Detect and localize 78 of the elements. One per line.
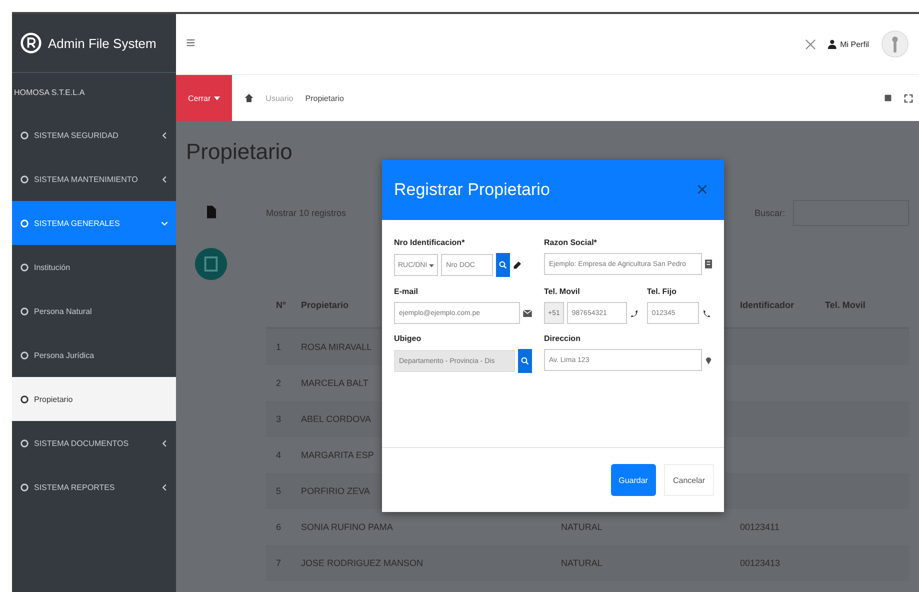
user-icon	[828, 39, 838, 49]
table-cell: PORFIRIO ZEVA	[301, 486, 370, 496]
field-label: Nro Identificacion*	[394, 238, 466, 247]
search-icon	[521, 357, 529, 365]
close-tabs-button[interactable]: Cerrar	[176, 75, 232, 121]
table-cell: JOSE RODRIGUEZ MANSON	[301, 558, 424, 568]
search-button[interactable]	[518, 349, 532, 373]
length-label: Mostrar 10 registros	[266, 208, 346, 218]
search-label: Buscar:	[754, 208, 785, 218]
menu-icon[interactable]: ≡	[186, 35, 196, 53]
fullscreen-icon[interactable]	[904, 94, 913, 102]
sidebar-item[interactable]: SISTEMA MANTENIMIENTO	[12, 157, 176, 201]
table-cell: MARGARITA ESP	[301, 450, 374, 460]
table-cell: 6	[276, 522, 282, 532]
chevron-icon	[161, 176, 168, 182]
chevron-icon	[161, 220, 168, 226]
breadcrumb-item[interactable]: Propietario	[305, 94, 344, 102]
sidebar-subitem[interactable]: Persona Natural	[12, 289, 176, 333]
sidebar-subitem[interactable]: Institución	[12, 245, 176, 289]
table-cell: SONIA RUFINO PAMA	[301, 522, 393, 532]
sidebar-item[interactable]: SISTEMA DOCUMENTOS	[12, 421, 176, 465]
map-marker-icon	[705, 355, 712, 365]
logo-icon	[20, 32, 42, 54]
avatar-icon[interactable]	[881, 30, 909, 58]
brand-name: Admin File System	[48, 36, 156, 50]
sidebar-subitem[interactable]: Persona Jurídica	[12, 333, 176, 377]
table-cell: 2	[276, 378, 282, 388]
sidebar-subitem[interactable]: Propietario	[12, 377, 176, 421]
chevron-icon	[161, 484, 168, 490]
circle-icon	[20, 262, 29, 272]
circle-icon	[20, 394, 29, 404]
circle-icon	[20, 350, 29, 360]
table-cell: 7	[276, 558, 282, 568]
field-label: Tel. Movil	[544, 287, 581, 296]
circle-icon	[20, 174, 29, 184]
table-cell: NATURAL	[561, 558, 602, 568]
field-label: Tel. Fijo	[646, 287, 678, 296]
table-cell: 3	[276, 414, 282, 424]
save-button[interactable]: Guardar	[610, 464, 656, 496]
phone-icon	[630, 308, 639, 318]
table-cell: 00123411	[740, 522, 780, 532]
caret-icon	[214, 95, 220, 101]
search-button[interactable]	[496, 253, 510, 277]
cancel-button[interactable]: Cancelar	[664, 464, 714, 496]
user-name: HOMOSA S.T.E.L.A	[13, 87, 86, 99]
circle-icon	[20, 130, 29, 140]
table-cell: ABEL CORDOVA	[301, 414, 372, 424]
table-cell: NATURAL	[561, 522, 602, 532]
sidebar-item[interactable]: SISTEMA REPORTES	[12, 465, 176, 509]
pencil-icon	[513, 260, 522, 270]
table-cell: ROSA MIRAVALL	[301, 342, 372, 352]
table-cell: 00123413	[740, 558, 780, 568]
field-label: Direccion	[544, 334, 582, 343]
field-label: Ubigeo	[394, 334, 422, 343]
envelope-icon	[523, 310, 532, 316]
circle-icon	[20, 306, 29, 316]
table-cell: 5	[276, 486, 282, 496]
profile-link[interactable]: Mi Perfil	[828, 39, 869, 49]
circle-icon	[20, 218, 29, 228]
dialog-title: Registrar Propietario	[394, 180, 550, 200]
circle-icon	[20, 482, 29, 492]
table-cell: MARCELA BALT	[301, 378, 368, 388]
table-cell: 1	[276, 342, 282, 352]
phone-icon	[702, 308, 711, 318]
sidebar-item[interactable]: SISTEMA GENERALES	[12, 201, 176, 245]
chevron-icon	[161, 132, 168, 138]
circle-icon	[20, 438, 29, 448]
caret-icon	[429, 262, 434, 268]
field-label: Razon Social*	[544, 238, 598, 247]
chevron-icon	[161, 440, 168, 446]
home-icon[interactable]	[244, 93, 254, 103]
building-icon	[705, 259, 712, 269]
page-title: Propietario	[186, 139, 294, 165]
sidebar-item[interactable]: SISTEMA SEGURIDAD	[12, 113, 176, 157]
search-icon	[499, 261, 508, 269]
file-icon[interactable]	[206, 205, 216, 219]
table-cell: 4	[276, 450, 282, 460]
field-label: E-mail	[394, 287, 420, 296]
